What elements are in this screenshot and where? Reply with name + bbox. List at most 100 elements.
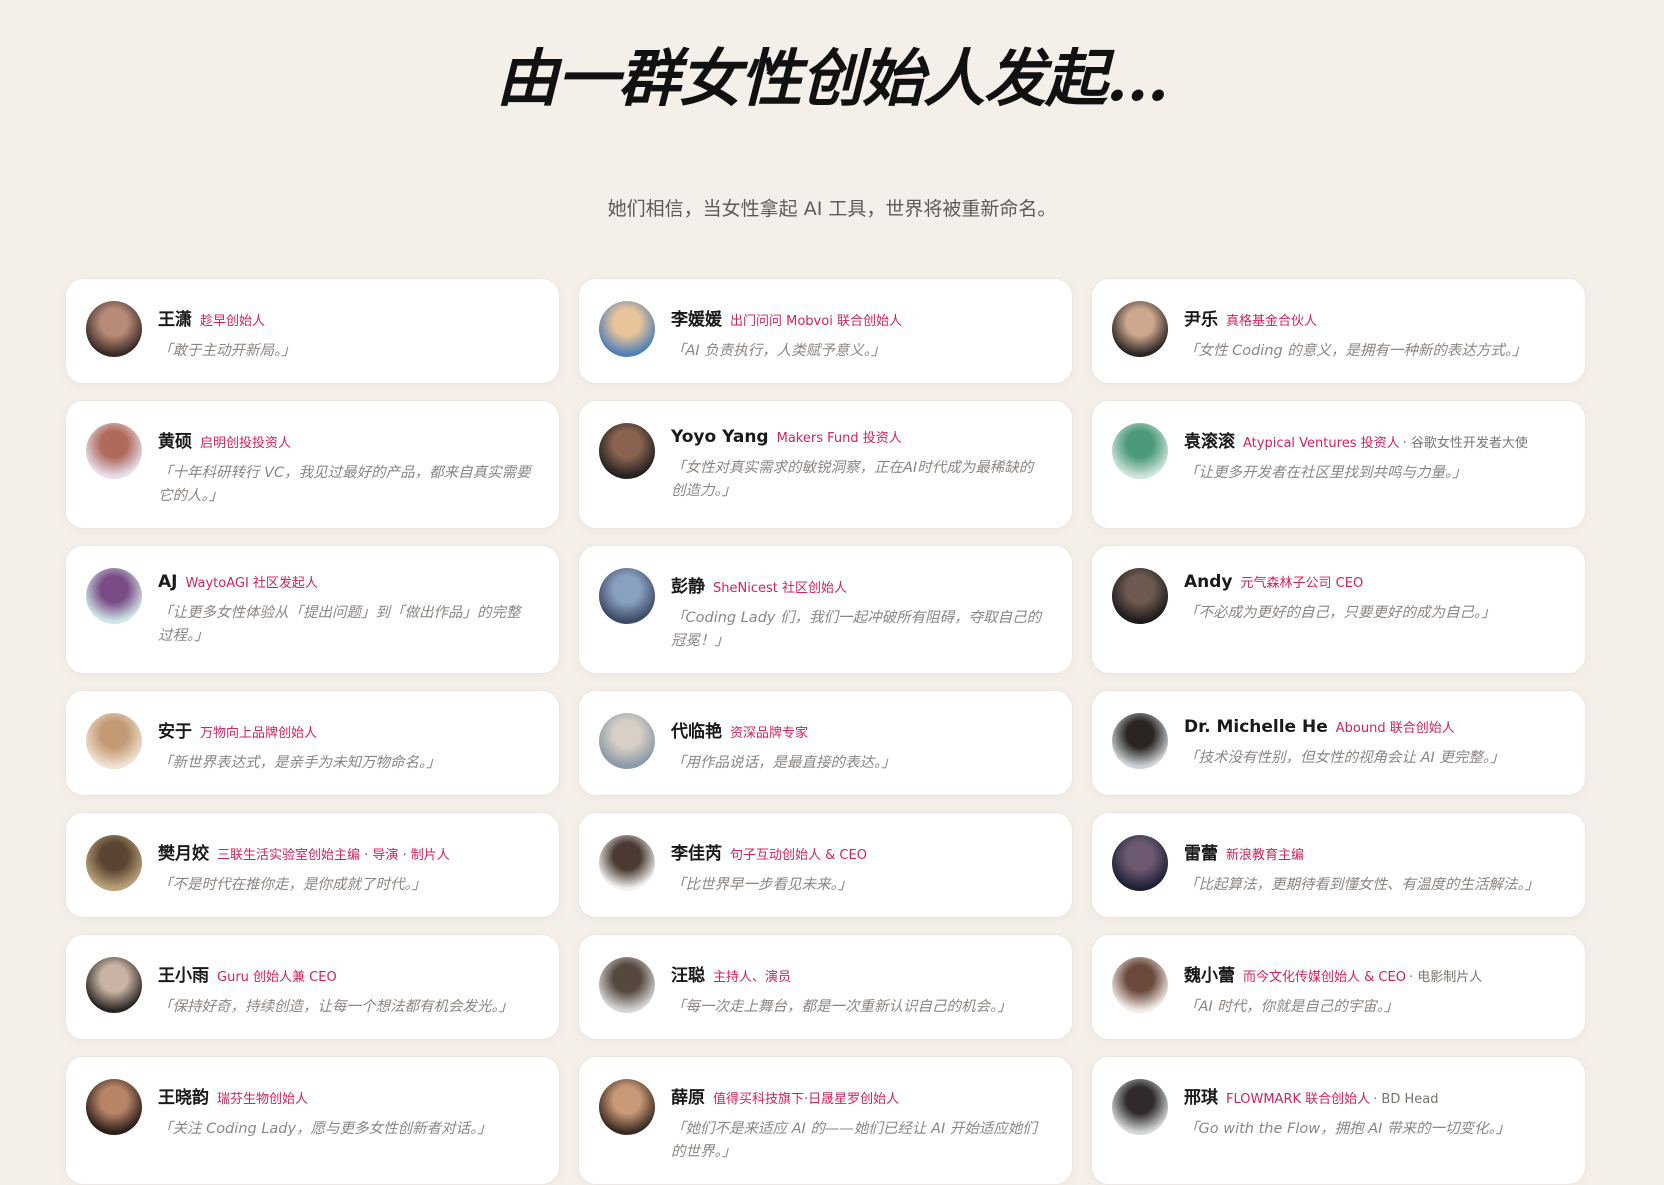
founder-card[interactable]: Yoyo Yang Makers Fund 投资人 「女性对真实需求的敏锐洞察，正在… <box>578 400 1073 529</box>
founder-info: Yoyo Yang Makers Fund 投资人 「女性对真实需求的敏锐洞察，正在… <box>671 423 1046 503</box>
founder-quote: 「新世界表达式，是亲手为未知万物命名。」 <box>158 755 441 771</box>
founder-card[interactable]: 魏小蕾 而今文化传媒创始人 & CEO · 电影制片人「AI 时代，你就是自己的宇宙… <box>1091 934 1586 1040</box>
founder-quote: 「Coding Lady 们，我们一起冲破所有阻碍，夺取自己的冠冕！」 <box>671 610 1042 649</box>
founder-quote: 「比起算法，更期待看到懂女性、有温度的生活解法。」 <box>1184 877 1540 893</box>
founder-info: 王小雨 Guru 创始人兼 CEO 「保持好奇，持续创造，让每一个想法都有机会发光。… <box>158 957 533 1019</box>
avatar <box>1112 713 1168 769</box>
founder-header: 薛原 值得买科技旗下·日晟星罗创始人 <box>671 1083 1046 1108</box>
founder-card[interactable]: 李佳芮 句子互动创始人 & CEO 「比世界早一步看见未来。」 <box>578 812 1073 918</box>
founder-card[interactable]: 彭静 SheNicest 社区创始人「Coding Lady 们，我们一起冲破所有… <box>578 545 1073 674</box>
founder-info: 李佳芮 句子互动创始人 & CEO 「比世界早一步看见未来。」 <box>671 835 1046 897</box>
founder-info: 黄硕 启明创投投资人「十年科研转行 VC，我见过最好的产品，都来自真实需要它的人。… <box>158 423 533 508</box>
founder-quote: 「她们不是来适应 AI 的——她们已经让 AI 开始适应她们的世界。」 <box>671 1121 1037 1160</box>
founder-card[interactable]: Andy 元气森林子公司 CEO 「不必成为更好的自己，只要更好的成为自己。」 <box>1091 545 1586 674</box>
founder-header: Yoyo Yang Makers Fund 投资人 <box>671 427 1046 447</box>
founder-name: 王晓韵 <box>158 1088 209 1108</box>
founder-name: 邢琪 <box>1184 1088 1218 1108</box>
founder-card[interactable]: 黄硕 启明创投投资人「十年科研转行 VC，我见过最好的产品，都来自真实需要它的人。… <box>65 400 560 529</box>
avatar <box>86 835 142 891</box>
founder-card[interactable]: 王小雨 Guru 创始人兼 CEO 「保持好奇，持续创造，让每一个想法都有机会发光。… <box>65 934 560 1040</box>
founder-header: 安于 万物向上品牌创始人 <box>158 717 533 742</box>
avatar <box>86 423 142 479</box>
founder-info: 李媛媛 出门问问 Mobvoi 联合创始人 「AI 负责执行，人类赋予意义。」 <box>671 301 1046 363</box>
avatar <box>599 957 655 1013</box>
founder-header: 魏小蕾 而今文化传媒创始人 & CEO · 电影制片人 <box>1184 961 1559 986</box>
avatar <box>86 1079 142 1135</box>
founder-info: 彭静 SheNicest 社区创始人「Coding Lady 们，我们一起冲破所有… <box>671 568 1046 653</box>
founder-quote: 「Go with the Flow，拥抱 AI 带来的一切变化。」 <box>1184 1121 1511 1137</box>
avatar <box>86 301 142 357</box>
avatar <box>1112 423 1168 479</box>
founder-info: 樊月姣 三联生活实验室创始主编 · 导演 · 制片人 「不是时代在推你走，是你成就了… <box>158 835 533 897</box>
avatar <box>86 568 142 624</box>
founder-info: 尹乐 真格基金合伙人 「女性 Coding 的意义，是拥有一种新的表达方式。」 <box>1184 301 1559 363</box>
founder-card[interactable]: 汪聪 主持人、演员 「每一次走上舞台，都是一次重新认识自己的机会。」 <box>578 934 1073 1040</box>
founder-quote: 「敢于主动开新局。」 <box>158 343 296 359</box>
founder-role: 元气森林子公司 CEO <box>1240 576 1364 591</box>
founder-info: 雷蕾 新浪教育主编 「比起算法，更期待看到懂女性、有温度的生活解法。」 <box>1184 835 1559 897</box>
founder-name: 彭静 <box>671 577 705 597</box>
founder-role: Abound 联合创始人 <box>1335 721 1455 736</box>
founder-card[interactable]: Dr. Michelle He Abound 联合创始人 「技术没有性别，但女性的视… <box>1091 690 1586 796</box>
founder-card[interactable]: AJ WaytoAGI 社区发起人「让更多女性体验从「提出问题」到「做出作品」的完… <box>65 545 560 674</box>
founder-info: 魏小蕾 而今文化传媒创始人 & CEO · 电影制片人「AI 时代，你就是自己的宇宙… <box>1184 957 1559 1019</box>
founder-card[interactable]: 代临艳 资深品牌专家 「用作品说话，是最直接的表达。」 <box>578 690 1073 796</box>
founder-card[interactable]: 樊月姣 三联生活实验室创始主编 · 导演 · 制片人 「不是时代在推你走，是你成就了… <box>65 812 560 918</box>
avatar <box>599 301 655 357</box>
founder-grid: 王潇 趁早创始人 「敢于主动开新局。」 李媛媛 出门问问 Mobvoi 联合创始人 「AI… <box>65 278 1587 1185</box>
avatar <box>599 1079 655 1135</box>
founder-name: 李佳芮 <box>671 844 722 864</box>
founder-role: 主持人、演员 <box>713 970 792 985</box>
founder-quote: 「AI 时代，你就是自己的宇宙。」 <box>1184 999 1399 1015</box>
founder-info: 薛原 值得买科技旗下·日晟星罗创始人「她们不是来适应 AI 的——她们已经让 AI… <box>671 1079 1046 1164</box>
founder-role: 万物向上品牌创始人 <box>200 726 318 741</box>
founder-name: 安于 <box>158 722 192 742</box>
founder-card[interactable]: 雷蕾 新浪教育主编 「比起算法，更期待看到懂女性、有温度的生活解法。」 <box>1091 812 1586 918</box>
founder-card[interactable]: 邢琪 FLOWMARK 联合创始人 · BD Head 「Go with the Fl… <box>1091 1056 1586 1185</box>
founder-card[interactable]: 薛原 值得买科技旗下·日晟星罗创始人「她们不是来适应 AI 的——她们已经让 AI… <box>578 1056 1073 1185</box>
founder-card[interactable]: 尹乐 真格基金合伙人 「女性 Coding 的意义，是拥有一种新的表达方式。」 <box>1091 278 1586 384</box>
founder-card[interactable]: 安于 万物向上品牌创始人「新世界表达式，是亲手为未知万物命名。」 <box>65 690 560 796</box>
founder-header: 邢琪 FLOWMARK 联合创始人 · BD Head <box>1184 1083 1559 1108</box>
avatar <box>1112 1079 1168 1135</box>
founder-role: FLOWMARK 联合创始人 <box>1226 1092 1371 1107</box>
founder-quote: 「让更多女性体验从「提出问题」到「做出作品」的完整过程。」 <box>158 605 521 644</box>
founder-info: Dr. Michelle He Abound 联合创始人 「技术没有性别，但女性的视… <box>1184 713 1559 770</box>
founder-name: AJ <box>158 572 178 592</box>
founder-info: Andy 元气森林子公司 CEO 「不必成为更好的自己，只要更好的成为自己。」 <box>1184 568 1559 625</box>
founder-role: Makers Fund 投资人 <box>776 431 902 446</box>
founder-card[interactable]: 王晓韵 瑞芬生物创始人 「关注 Coding Lady，愿与更多女性创新者对话。」 <box>65 1056 560 1185</box>
founder-name: 尹乐 <box>1184 310 1218 330</box>
founder-header: 汪聪 主持人、演员 <box>671 961 1046 986</box>
founder-info: 袁滚滚 Atypical Ventures 投资人 · 谷歌女性开发者大使 「让更多开… <box>1184 423 1559 485</box>
avatar <box>86 957 142 1013</box>
avatar <box>1112 835 1168 891</box>
founder-role: 出门问问 Mobvoi 联合创始人 <box>730 314 902 329</box>
founder-role: 句子互动创始人 & CEO <box>730 848 867 863</box>
founder-role: WaytoAGI 社区发起人 <box>185 576 318 591</box>
founder-role: Atypical Ventures 投资人 <box>1243 436 1400 451</box>
founder-quote: 「保持好奇，持续创造，让每一个想法都有机会发光。」 <box>158 999 514 1015</box>
founder-header: Andy 元气森林子公司 CEO <box>1184 572 1559 592</box>
founder-header: 李媛媛 出门问问 Mobvoi 联合创始人 <box>671 305 1046 330</box>
founder-name: 魏小蕾 <box>1184 966 1235 986</box>
founder-card[interactable]: 王潇 趁早创始人 「敢于主动开新局。」 <box>65 278 560 384</box>
founder-name: 李媛媛 <box>671 310 722 330</box>
founder-card[interactable]: 李媛媛 出门问问 Mobvoi 联合创始人 「AI 负责执行，人类赋予意义。」 <box>578 278 1073 384</box>
avatar <box>599 713 655 769</box>
page-subtitle: 她们相信，当女性拿起 AI 工具，世界将被重新命名。 <box>607 198 1057 220</box>
founder-quote: 「十年科研转行 VC，我见过最好的产品，都来自真实需要它的人。」 <box>158 465 531 504</box>
avatar <box>599 423 655 479</box>
founder-name: 樊月姣 <box>158 844 209 864</box>
founder-role: SheNicest 社区创始人 <box>713 581 847 596</box>
founder-role: 资深品牌专家 <box>730 726 809 741</box>
founder-card[interactable]: 袁滚滚 Atypical Ventures 投资人 · 谷歌女性开发者大使 「让更多开… <box>1091 400 1586 529</box>
founder-name: Andy <box>1184 572 1233 592</box>
founder-name: 王潇 <box>158 310 192 330</box>
founder-name: 代临艳 <box>671 722 722 742</box>
founder-header: 黄硕 启明创投投资人 <box>158 427 533 452</box>
avatar <box>599 568 655 624</box>
founder-header: Dr. Michelle He Abound 联合创始人 <box>1184 717 1559 737</box>
founder-info: 王潇 趁早创始人 「敢于主动开新局。」 <box>158 301 533 363</box>
avatar <box>1112 957 1168 1013</box>
